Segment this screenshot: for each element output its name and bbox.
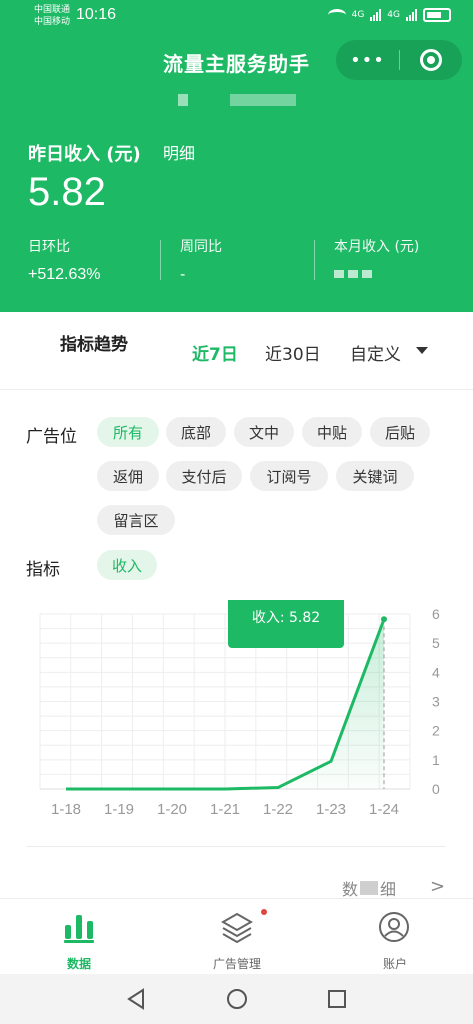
metric-label: 指标 bbox=[26, 560, 60, 580]
data-point bbox=[381, 616, 387, 623]
x-tick-label: 1-18 bbox=[51, 801, 81, 818]
bottom-nav: 数据 广告管理 账户 bbox=[0, 898, 473, 974]
data-detail-label-start: 数 bbox=[342, 880, 359, 899]
network-type-1: 4G bbox=[351, 10, 365, 20]
wifi-icon bbox=[327, 9, 346, 21]
tab-30-days[interactable]: 近30日 bbox=[265, 340, 321, 365]
chip-bottom[interactable]: 底部 bbox=[166, 417, 226, 447]
signal-icon bbox=[370, 9, 382, 21]
user-icon bbox=[379, 912, 409, 942]
nav-label-ad-management: 广告管理 bbox=[212, 957, 261, 971]
x-tick-label: 1-21 bbox=[210, 801, 240, 818]
carrier-info: 中国联通 中国移动 bbox=[34, 4, 70, 28]
caret-down-icon[interactable] bbox=[416, 347, 428, 354]
divider bbox=[26, 846, 446, 847]
y-tick-label: 1 bbox=[432, 752, 440, 768]
carrier-2: 中国移动 bbox=[34, 17, 71, 27]
chip-mid-roll[interactable]: 中贴 bbox=[302, 417, 362, 447]
bar-chart-icon bbox=[64, 915, 94, 943]
stat-divider bbox=[314, 240, 315, 280]
x-tick-label: 1-24 bbox=[369, 801, 399, 818]
tab-7-days[interactable]: 近7日 bbox=[192, 340, 238, 365]
clock: 10:16 bbox=[76, 6, 117, 23]
stat-label: 日环比 bbox=[28, 239, 70, 255]
chip-income[interactable]: 收入 bbox=[97, 550, 157, 580]
notification-badge bbox=[261, 909, 267, 915]
redacted-account-name-2 bbox=[230, 94, 296, 106]
signal-icon-2 bbox=[406, 9, 417, 21]
status-bar: 中国联通 中国移动 10:16 4G 4G bbox=[0, 0, 473, 34]
chip-rebate[interactable]: 返佣 bbox=[97, 461, 159, 491]
stat-label: 周同比 bbox=[180, 239, 222, 255]
nav-item-ad-management[interactable]: 广告管理 bbox=[158, 899, 316, 975]
trend-title: 指标趋势 bbox=[60, 335, 128, 355]
x-tick-label: 1-19 bbox=[104, 801, 134, 818]
x-tick-label: 1-22 bbox=[263, 801, 293, 818]
tab-custom[interactable]: 自定义 bbox=[350, 340, 401, 365]
chevron-right-icon[interactable]: > bbox=[430, 876, 445, 897]
chip-subscription[interactable]: 订阅号 bbox=[250, 461, 328, 491]
stat-divider bbox=[160, 240, 161, 280]
system-navigation-bar bbox=[0, 974, 473, 1024]
y-tick-label: 4 bbox=[432, 664, 440, 680]
yesterday-income-value: 5.82 bbox=[28, 170, 106, 214]
layers-icon bbox=[221, 912, 253, 943]
ad-position-label: 广告位 bbox=[26, 427, 77, 447]
recent-apps-icon[interactable] bbox=[327, 989, 347, 1009]
x-tick-label: 1-20 bbox=[157, 801, 187, 818]
carrier-1: 中国联通 bbox=[34, 5, 71, 15]
data-detail-link[interactable]: 数细 bbox=[342, 876, 396, 900]
nav-label-account: 账户 bbox=[382, 957, 407, 971]
y-tick-label: 3 bbox=[432, 694, 440, 710]
x-tick-label: 1-23 bbox=[316, 801, 346, 818]
nav-label-data: 数据 bbox=[66, 957, 91, 971]
target-icon bbox=[420, 49, 442, 71]
status-icons: 4G 4G bbox=[327, 8, 451, 22]
yesterday-income-label: 昨日收入 (元) bbox=[28, 144, 141, 165]
chip-all[interactable]: 所有 bbox=[97, 417, 159, 447]
back-icon[interactable] bbox=[126, 988, 146, 1010]
chart-tooltip: 收入: 5.82 bbox=[228, 600, 344, 648]
header: 中国联通 中国移动 10:16 4G 4G 流量主服务助手 ••• 昨日收入 (… bbox=[0, 0, 473, 312]
y-tick-label: 6 bbox=[432, 606, 440, 622]
chip-comment-area[interactable]: 留言区 bbox=[97, 505, 175, 535]
chip-in-article[interactable]: 文中 bbox=[234, 417, 294, 447]
y-tick-label: 0 bbox=[432, 781, 440, 797]
detail-link[interactable]: 明细 bbox=[163, 140, 195, 164]
data-detail-label-end: 细 bbox=[380, 880, 397, 899]
stat-label: 本月收入 (元) bbox=[334, 239, 420, 255]
redacted-month-income bbox=[334, 270, 419, 278]
chip-keyword[interactable]: 关键词 bbox=[336, 461, 414, 491]
nav-item-account[interactable]: 账户 bbox=[316, 899, 473, 975]
mini-program-capsule: ••• bbox=[336, 40, 462, 80]
divider bbox=[0, 389, 473, 390]
stat-value: - bbox=[180, 266, 186, 283]
more-button[interactable]: ••• bbox=[336, 50, 399, 71]
y-tick-label: 5 bbox=[432, 635, 440, 651]
redacted-account-name bbox=[178, 94, 188, 106]
stat-value: +512.63% bbox=[28, 266, 101, 283]
battery-icon bbox=[423, 8, 451, 22]
nav-item-data[interactable]: 数据 bbox=[0, 899, 158, 975]
network-type-2: 4G bbox=[387, 10, 400, 20]
y-tick-label: 2 bbox=[432, 723, 440, 739]
stat-day-over-day: 日环比 +512.63% bbox=[28, 236, 101, 284]
stat-month-income: 本月收入 (元) bbox=[334, 236, 419, 278]
close-button[interactable] bbox=[400, 49, 462, 71]
redacted-text bbox=[360, 881, 379, 895]
chip-post-roll[interactable]: 后贴 bbox=[370, 417, 430, 447]
chip-after-payment[interactable]: 支付后 bbox=[166, 461, 242, 491]
home-icon[interactable] bbox=[226, 988, 248, 1010]
stat-week-over-week: 周同比 - bbox=[180, 236, 222, 284]
